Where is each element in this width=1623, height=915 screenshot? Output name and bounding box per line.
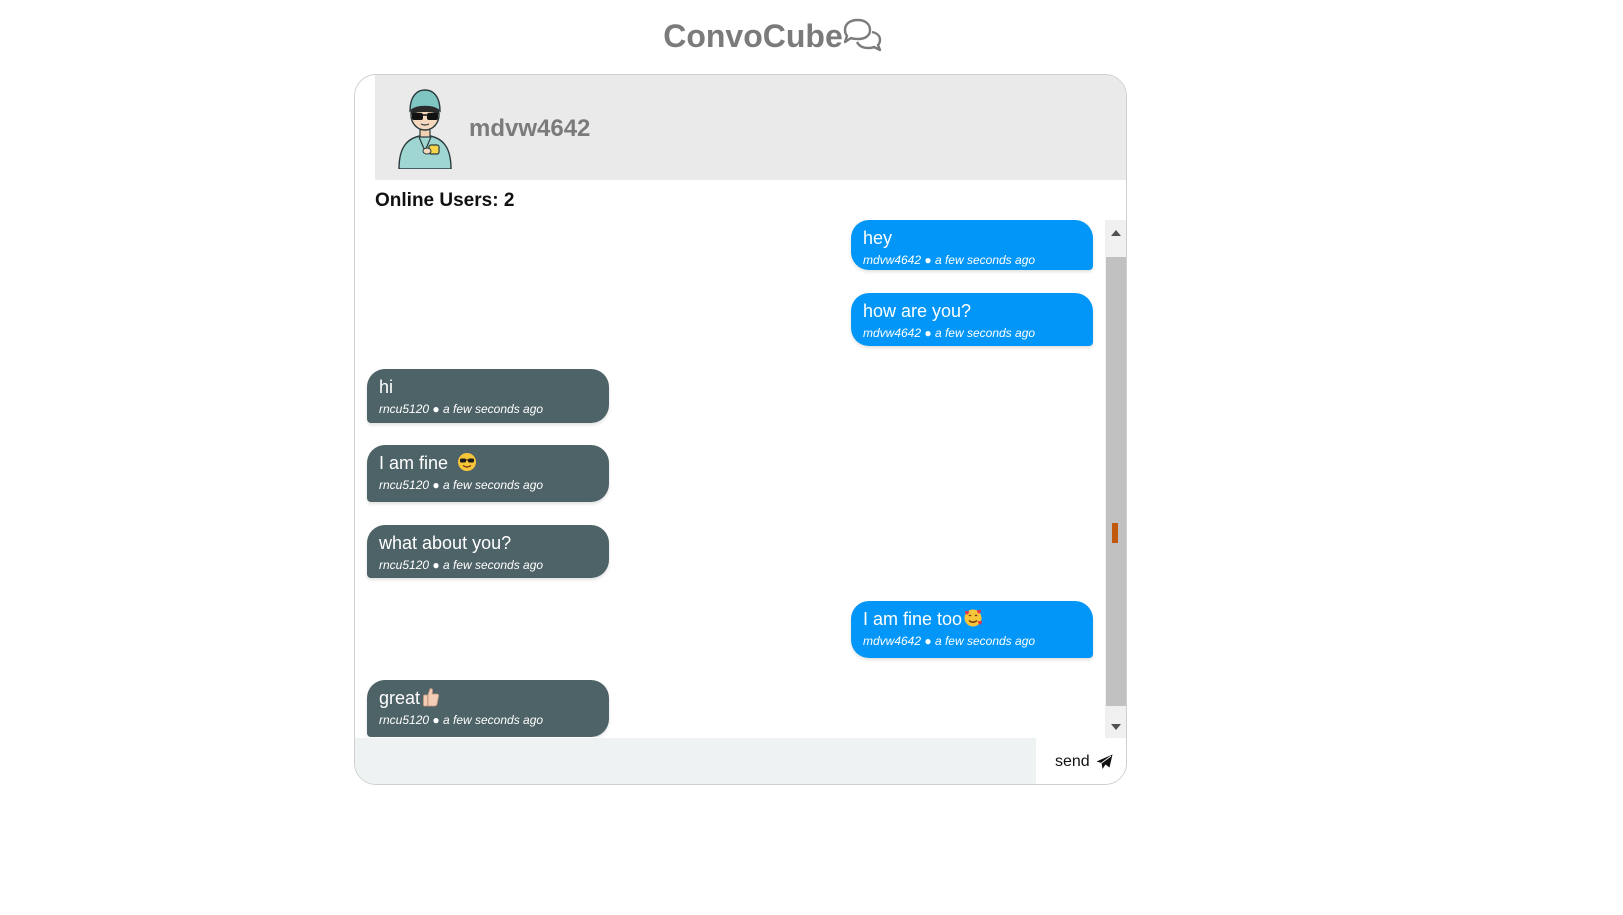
message-time: a few seconds ago — [442, 402, 544, 416]
message-time: a few seconds ago — [934, 253, 1036, 267]
sunglasses-face-icon — [458, 453, 477, 471]
message-text: what about you? — [379, 533, 512, 553]
message-meta: rncu5120 ● a few seconds ago — [379, 401, 597, 417]
chat-window: mdvw4642 Online Users: 2 hey mdvw4642 ● … — [354, 74, 1127, 785]
message-user: mdvw4642 — [863, 326, 922, 340]
message-text-row: I am fine — [379, 451, 597, 475]
message-meta: rncu5120 ● a few seconds ago — [379, 557, 597, 573]
message-bubble-other: great rncu5120 ● a few seconds ago — [367, 680, 609, 737]
message-separator: ● — [924, 634, 932, 648]
message-separator: ● — [432, 402, 440, 416]
message-bubble-mine: hey mdvw4642 ● a few seconds ago — [851, 220, 1093, 270]
paper-plane-icon — [1096, 754, 1113, 769]
chat-header: mdvw4642 — [375, 75, 1126, 180]
message-text: hi — [379, 377, 394, 397]
message-meta: mdvw4642 ● a few seconds ago — [863, 252, 1081, 268]
message-meta: mdvw4642 ● a few seconds ago — [863, 325, 1081, 341]
scrollbar-marker — [1112, 523, 1118, 543]
message-input[interactable] — [355, 738, 1036, 784]
online-users-count: Online Users: 2 — [375, 190, 515, 211]
thumbs-up-icon — [423, 688, 440, 707]
message-time: a few seconds ago — [934, 634, 1036, 648]
message-text: great — [379, 688, 421, 708]
message-text-row: great — [379, 686, 597, 710]
message-meta: rncu5120 ● a few seconds ago — [379, 712, 597, 728]
message-text: hey — [863, 228, 893, 248]
message-user: rncu5120 — [379, 558, 430, 572]
app-title-text: ConvoCube — [663, 18, 843, 54]
message-composer: send — [355, 738, 1126, 784]
message-time: a few seconds ago — [442, 478, 544, 492]
message-time: a few seconds ago — [442, 713, 544, 727]
scrollbar-thumb[interactable] — [1106, 257, 1126, 706]
message-list: hey mdvw4642 ● a few seconds ago how are… — [355, 220, 1105, 737]
app-title: ConvoCube — [0, 18, 1546, 55]
message-text-row: I am fine too — [863, 607, 1081, 631]
header-username: mdvw4642 — [469, 115, 591, 142]
message-separator: ● — [432, 558, 440, 572]
message-separator: ● — [924, 326, 932, 340]
message-text: I am fine — [379, 453, 449, 473]
message-separator: ● — [924, 253, 932, 267]
message-bubble-other: I am fine rncu5120 ● a few seconds ago — [367, 445, 609, 502]
message-user: mdvw4642 — [863, 253, 922, 267]
message-separator: ● — [432, 478, 440, 492]
send-label: send — [1055, 753, 1090, 770]
scroll-up-arrow-icon[interactable] — [1105, 224, 1126, 242]
message-meta: mdvw4642 ● a few seconds ago — [863, 633, 1081, 649]
message-time: a few seconds ago — [934, 326, 1036, 340]
message-user: mdvw4642 — [863, 634, 922, 648]
message-bubble-mine: how are you? mdvw4642 ● a few seconds ag… — [851, 293, 1093, 346]
send-button[interactable]: send — [1055, 750, 1113, 774]
message-scrollbar[interactable] — [1105, 220, 1126, 738]
message-meta: rncu5120 ● a few seconds ago — [379, 477, 597, 493]
message-text: how are you? — [863, 301, 972, 321]
smiling-face-with-hearts-icon — [964, 609, 983, 627]
message-bubble-mine: I am fine too mdvw4642 ● a few seconds a… — [851, 601, 1093, 658]
message-user: rncu5120 — [379, 713, 430, 727]
message-user: rncu5120 — [379, 478, 430, 492]
chat-bubbles-icon — [843, 18, 881, 51]
message-separator: ● — [432, 713, 440, 727]
user-avatar — [398, 89, 452, 169]
message-bubble-other: hi rncu5120 ● a few seconds ago — [367, 369, 609, 423]
scroll-down-arrow-icon[interactable] — [1105, 718, 1126, 736]
message-time: a few seconds ago — [442, 558, 544, 572]
message-text: I am fine too — [863, 609, 963, 629]
message-user: rncu5120 — [379, 402, 430, 416]
message-bubble-other: what about you? rncu5120 ● a few seconds… — [367, 525, 609, 578]
